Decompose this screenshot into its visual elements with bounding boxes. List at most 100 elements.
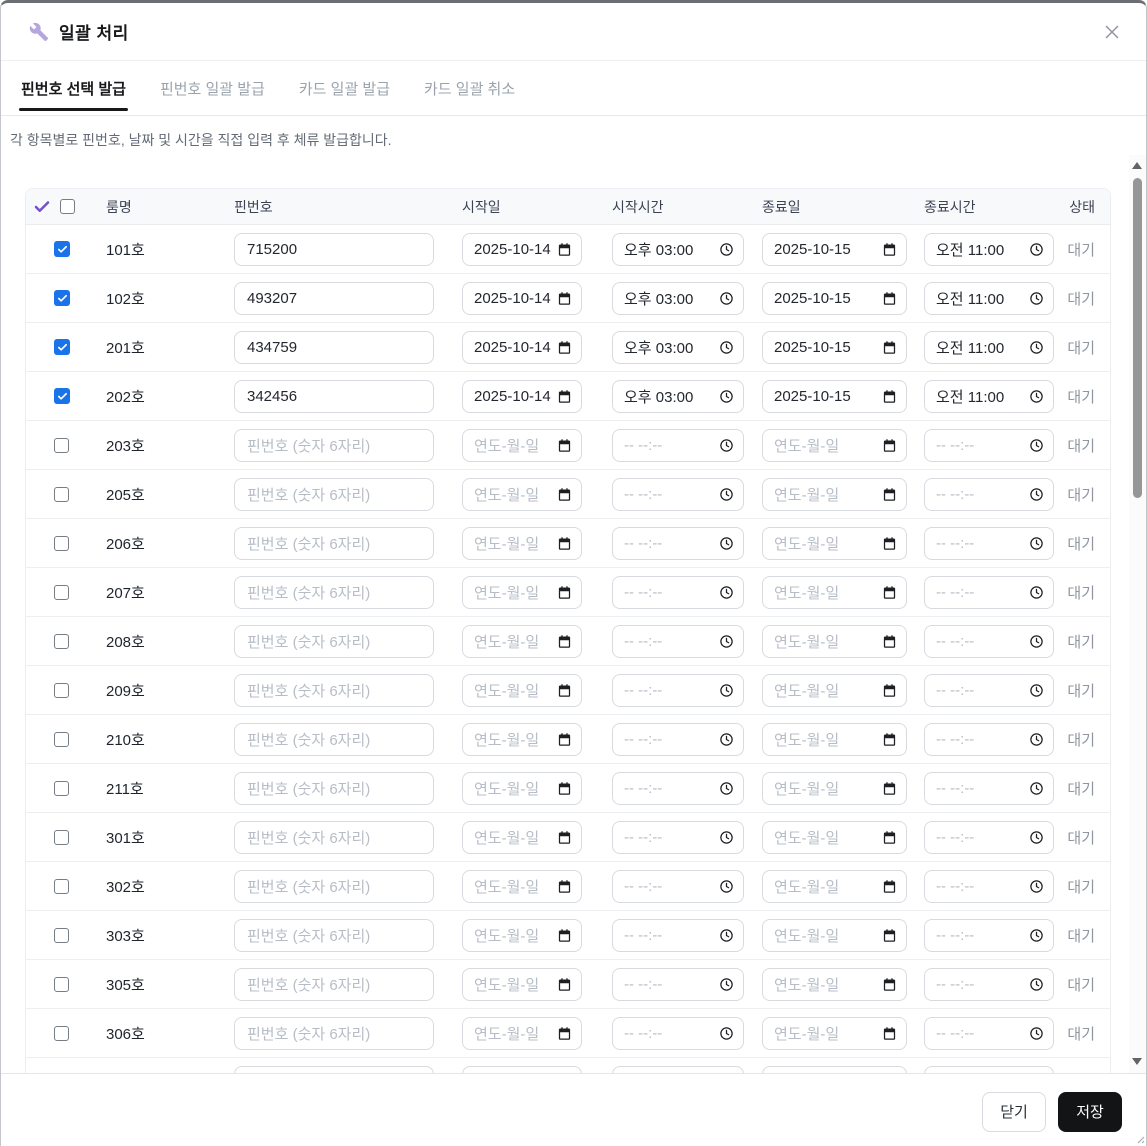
end-time-input[interactable]: -- --:-- bbox=[924, 918, 1054, 952]
end-time-input[interactable]: -- --:-- bbox=[924, 771, 1054, 805]
end-time-input[interactable]: -- --:-- bbox=[924, 722, 1054, 756]
start-time-input[interactable]: -- --:-- bbox=[612, 722, 744, 756]
end-time-input[interactable]: -- --:-- bbox=[924, 869, 1054, 903]
end-date-input[interactable]: 2025-10-15 bbox=[762, 379, 907, 413]
pin-input[interactable]: 핀번호 (숫자 6자리) bbox=[234, 918, 434, 952]
end-date-input[interactable]: 연도-월-일 bbox=[762, 722, 907, 756]
pin-input[interactable]: 핀번호 (숫자 6자리) bbox=[234, 771, 434, 805]
scrollbar-thumb[interactable] bbox=[1133, 178, 1142, 498]
start-date-input[interactable]: 연도-월-일 bbox=[462, 1016, 582, 1050]
start-time-input[interactable]: -- --:-- bbox=[612, 918, 744, 952]
save-button[interactable]: 저장 bbox=[1058, 1091, 1122, 1132]
pin-input[interactable]: 493207 bbox=[234, 281, 434, 315]
start-date-input[interactable]: 2025-10-14 bbox=[462, 379, 582, 413]
start-date-input[interactable]: 연도-월-일 bbox=[462, 1065, 582, 1073]
end-date-input[interactable]: 연도-월-일 bbox=[762, 1016, 907, 1050]
row-checkbox[interactable] bbox=[54, 633, 69, 649]
start-date-input[interactable]: 연도-월-일 bbox=[462, 869, 582, 903]
pin-input[interactable]: 핀번호 (숫자 6자리) bbox=[234, 820, 434, 854]
pin-input[interactable]: 핀번호 (숫자 6자리) bbox=[234, 1016, 434, 1050]
end-time-input[interactable]: -- --:-- bbox=[924, 428, 1054, 462]
end-time-input[interactable]: -- --:-- bbox=[924, 673, 1054, 707]
start-time-input[interactable]: -- --:-- bbox=[612, 820, 744, 854]
row-checkbox[interactable] bbox=[54, 976, 69, 992]
end-date-input[interactable]: 연도-월-일 bbox=[762, 820, 907, 854]
tab-pin-batch-issue[interactable]: 핀번호 일괄 발급 bbox=[158, 78, 267, 115]
end-date-input[interactable]: 2025-10-15 bbox=[762, 330, 907, 364]
start-time-input[interactable]: -- --:-- bbox=[612, 575, 744, 609]
start-time-input[interactable]: 오후 03:00 bbox=[612, 281, 744, 315]
row-checkbox[interactable] bbox=[54, 780, 69, 796]
end-date-input[interactable]: 연도-월-일 bbox=[762, 1065, 907, 1073]
row-checkbox[interactable] bbox=[54, 437, 69, 453]
start-time-input[interactable]: 오후 03:00 bbox=[612, 379, 744, 413]
row-checkbox[interactable] bbox=[54, 241, 70, 257]
start-date-input[interactable]: 2025-10-14 bbox=[462, 281, 582, 315]
row-checkbox[interactable] bbox=[54, 290, 70, 306]
end-time-input[interactable]: -- --:-- bbox=[924, 1016, 1054, 1050]
end-date-input[interactable]: 연도-월-일 bbox=[762, 477, 907, 511]
end-date-input[interactable]: 연도-월-일 bbox=[762, 869, 907, 903]
end-date-input[interactable]: 연도-월-일 bbox=[762, 967, 907, 1001]
end-time-input[interactable]: 오전 11:00 bbox=[924, 379, 1054, 413]
end-date-input[interactable]: 연도-월-일 bbox=[762, 918, 907, 952]
start-date-input[interactable]: 연도-월-일 bbox=[462, 722, 582, 756]
pin-input[interactable]: 핀번호 (숫자 6자리) bbox=[234, 428, 434, 462]
row-checkbox[interactable] bbox=[54, 927, 69, 943]
pin-input[interactable]: 핀번호 (숫자 6자리) bbox=[234, 673, 434, 707]
select-all-checkbox[interactable] bbox=[60, 199, 75, 214]
select-all-check-icon[interactable] bbox=[33, 198, 51, 216]
end-date-input[interactable]: 연도-월-일 bbox=[762, 575, 907, 609]
start-time-input[interactable]: -- --:-- bbox=[612, 673, 744, 707]
pin-input[interactable]: 핀번호 (숫자 6자리) bbox=[234, 526, 434, 560]
start-time-input[interactable]: -- --:-- bbox=[612, 1016, 744, 1050]
scrollbar-down-arrow-icon[interactable] bbox=[1132, 1058, 1142, 1065]
row-checkbox[interactable] bbox=[54, 829, 69, 845]
start-time-input[interactable]: -- --:-- bbox=[612, 967, 744, 1001]
end-date-input[interactable]: 2025-10-15 bbox=[762, 281, 907, 315]
start-date-input[interactable]: 연도-월-일 bbox=[462, 820, 582, 854]
start-time-input[interactable]: 오후 03:00 bbox=[612, 330, 744, 364]
row-checkbox[interactable] bbox=[54, 878, 69, 894]
tab-pin-select-issue[interactable]: 핀번호 선택 발급 bbox=[19, 78, 128, 115]
end-date-input[interactable]: 연도-월-일 bbox=[762, 673, 907, 707]
end-time-input[interactable]: -- --:-- bbox=[924, 1065, 1054, 1073]
pin-input[interactable]: 핀번호 (숫자 6자리) bbox=[234, 722, 434, 756]
end-date-input[interactable]: 연도-월-일 bbox=[762, 624, 907, 658]
resize-grip[interactable] bbox=[1135, 1134, 1145, 1144]
start-time-input[interactable]: -- --:-- bbox=[612, 869, 744, 903]
end-time-input[interactable]: -- --:-- bbox=[924, 967, 1054, 1001]
pin-input[interactable]: 434759 bbox=[234, 330, 434, 364]
row-checkbox[interactable] bbox=[54, 1025, 69, 1041]
row-checkbox[interactable] bbox=[54, 486, 69, 502]
pin-input[interactable]: 핀번호 (숫자 6자리) bbox=[234, 624, 434, 658]
scrollbar-up-arrow-icon[interactable] bbox=[1132, 162, 1142, 169]
row-checkbox[interactable] bbox=[54, 388, 70, 404]
start-date-input[interactable]: 연도-월-일 bbox=[462, 477, 582, 511]
row-checkbox[interactable] bbox=[54, 339, 70, 355]
start-time-input[interactable]: -- --:-- bbox=[612, 1065, 744, 1073]
start-date-input[interactable]: 2025-10-14 bbox=[462, 232, 582, 266]
end-time-input[interactable]: -- --:-- bbox=[924, 575, 1054, 609]
start-time-input[interactable]: 오후 03:00 bbox=[612, 232, 744, 266]
start-date-input[interactable]: 연도-월-일 bbox=[462, 771, 582, 805]
end-time-input[interactable]: -- --:-- bbox=[924, 820, 1054, 854]
row-checkbox[interactable] bbox=[54, 584, 69, 600]
start-date-input[interactable]: 연도-월-일 bbox=[462, 526, 582, 560]
start-time-input[interactable]: -- --:-- bbox=[612, 428, 744, 462]
start-time-input[interactable]: -- --:-- bbox=[612, 477, 744, 511]
pin-input[interactable]: 715200 bbox=[234, 232, 434, 266]
end-date-input[interactable]: 연도-월-일 bbox=[762, 526, 907, 560]
start-date-input[interactable]: 연도-월-일 bbox=[462, 624, 582, 658]
pin-input[interactable]: 핀번호 (숫자 6자리) bbox=[234, 477, 434, 511]
start-time-input[interactable]: -- --:-- bbox=[612, 526, 744, 560]
pin-input[interactable]: 핀번호 (숫자 6자리) bbox=[234, 869, 434, 903]
end-time-input[interactable]: 오전 11:00 bbox=[924, 232, 1054, 266]
start-time-input[interactable]: -- --:-- bbox=[612, 771, 744, 805]
end-date-input[interactable]: 연도-월-일 bbox=[762, 428, 907, 462]
start-date-input[interactable]: 2025-10-14 bbox=[462, 330, 582, 364]
pin-input[interactable]: 핀번호 (숫자 6자리) bbox=[234, 967, 434, 1001]
start-time-input[interactable]: -- --:-- bbox=[612, 624, 744, 658]
end-time-input[interactable]: -- --:-- bbox=[924, 526, 1054, 560]
end-time-input[interactable]: -- --:-- bbox=[924, 477, 1054, 511]
